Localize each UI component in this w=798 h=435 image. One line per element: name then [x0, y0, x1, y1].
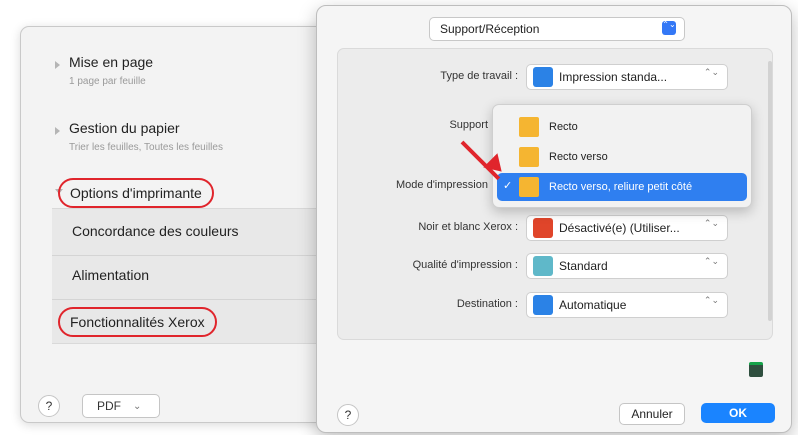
section-subtitle: 1 page par feuille: [69, 76, 146, 87]
section-gestion-papier[interactable]: Gestion du papier Trier les feuilles, To…: [69, 120, 223, 153]
select-value: Automatique: [559, 298, 627, 312]
help-button[interactable]: ?: [38, 395, 60, 417]
section-options-imprimante[interactable]: Options d'imprimante: [58, 178, 214, 208]
divider: [52, 299, 338, 300]
label-print-quality: Qualité d'impression :: [412, 259, 518, 271]
xerox-features-dialog: Support/Réception ⌃⌄ Type de travail : I…: [316, 5, 792, 433]
stepper-icon: ⌃⌄: [703, 256, 719, 266]
label-print-mode: Mode d'impression: [396, 179, 488, 191]
destination-select[interactable]: Automatique ⌃⌄: [526, 292, 728, 318]
menu-item-recto-verso[interactable]: Recto verso: [497, 143, 747, 171]
select-value: Impression standa...: [559, 70, 668, 84]
help-button[interactable]: ?: [337, 404, 359, 426]
lightning-icon: [533, 295, 553, 315]
checkmark-icon: ✓: [503, 180, 513, 192]
chevron-right-icon[interactable]: [55, 127, 60, 135]
black-white-select[interactable]: Désactivé(e) (Utiliser... ⌃⌄: [526, 215, 728, 241]
label-support: Support: [449, 119, 488, 131]
feature-paper-feed[interactable]: Alimentation: [72, 267, 149, 283]
label-destination: Destination :: [456, 298, 518, 310]
quality-icon: [533, 256, 553, 276]
menu-item-recto[interactable]: Recto: [497, 113, 747, 141]
feature-color-matching[interactable]: Concordance des couleurs: [72, 223, 239, 239]
duplex-short-edge-icon: [519, 177, 539, 197]
menu-item-recto-verso-short-edge[interactable]: ✓ Recto verso, reliure petit côté: [497, 173, 747, 201]
print-mode-menu: Recto Recto verso ✓ Recto verso, reliure…: [492, 104, 752, 208]
status-indicator-icon: [749, 362, 763, 377]
divider: [52, 255, 338, 256]
print-quality-select[interactable]: Standard ⌃⌄: [526, 253, 728, 279]
page-icon: [519, 117, 539, 137]
category-select-value: Support/Réception: [440, 22, 540, 36]
chevron-right-icon[interactable]: [55, 61, 60, 69]
cancel-button[interactable]: Annuler: [619, 403, 685, 425]
printer-icon: [533, 67, 553, 87]
menu-item-label: Recto verso, reliure petit côté: [549, 181, 693, 193]
stepper-icon: ⌃⌄: [703, 295, 719, 305]
pdf-menu-button[interactable]: PDF ⌄: [82, 394, 160, 418]
label-job-type: Type de travail :: [440, 70, 518, 82]
stepper-icon: ⌃⌄: [703, 67, 719, 77]
color-squares-icon: [533, 218, 553, 238]
section-title: Gestion du papier: [69, 120, 180, 136]
feature-xerox[interactable]: Fonctionnalités Xerox: [58, 307, 217, 337]
stepper-icon: ⌃⌄: [662, 21, 676, 35]
ok-button[interactable]: OK: [701, 403, 775, 423]
select-value: Standard: [559, 259, 608, 273]
job-type-select[interactable]: Impression standa... ⌃⌄: [526, 64, 728, 90]
stepper-icon: ⌃⌄: [703, 218, 719, 228]
section-subtitle: Trier les feuilles, Toutes les feuilles: [69, 142, 223, 153]
pdf-label: PDF: [97, 399, 121, 413]
label-black-white: Noir et blanc Xerox :: [418, 221, 518, 233]
section-title: Mise en page: [69, 54, 154, 70]
menu-item-label: Recto verso: [549, 151, 608, 163]
duplex-page-icon: [519, 147, 539, 167]
select-value: Désactivé(e) (Utiliser...: [559, 221, 680, 235]
chevron-down-icon: ⌄: [133, 400, 142, 412]
section-mise-en-page[interactable]: Mise en page 1 page par feuille: [69, 54, 153, 87]
category-select[interactable]: Support/Réception ⌃⌄: [429, 17, 685, 41]
scrollbar[interactable]: [768, 61, 772, 321]
menu-item-label: Recto: [549, 121, 578, 133]
